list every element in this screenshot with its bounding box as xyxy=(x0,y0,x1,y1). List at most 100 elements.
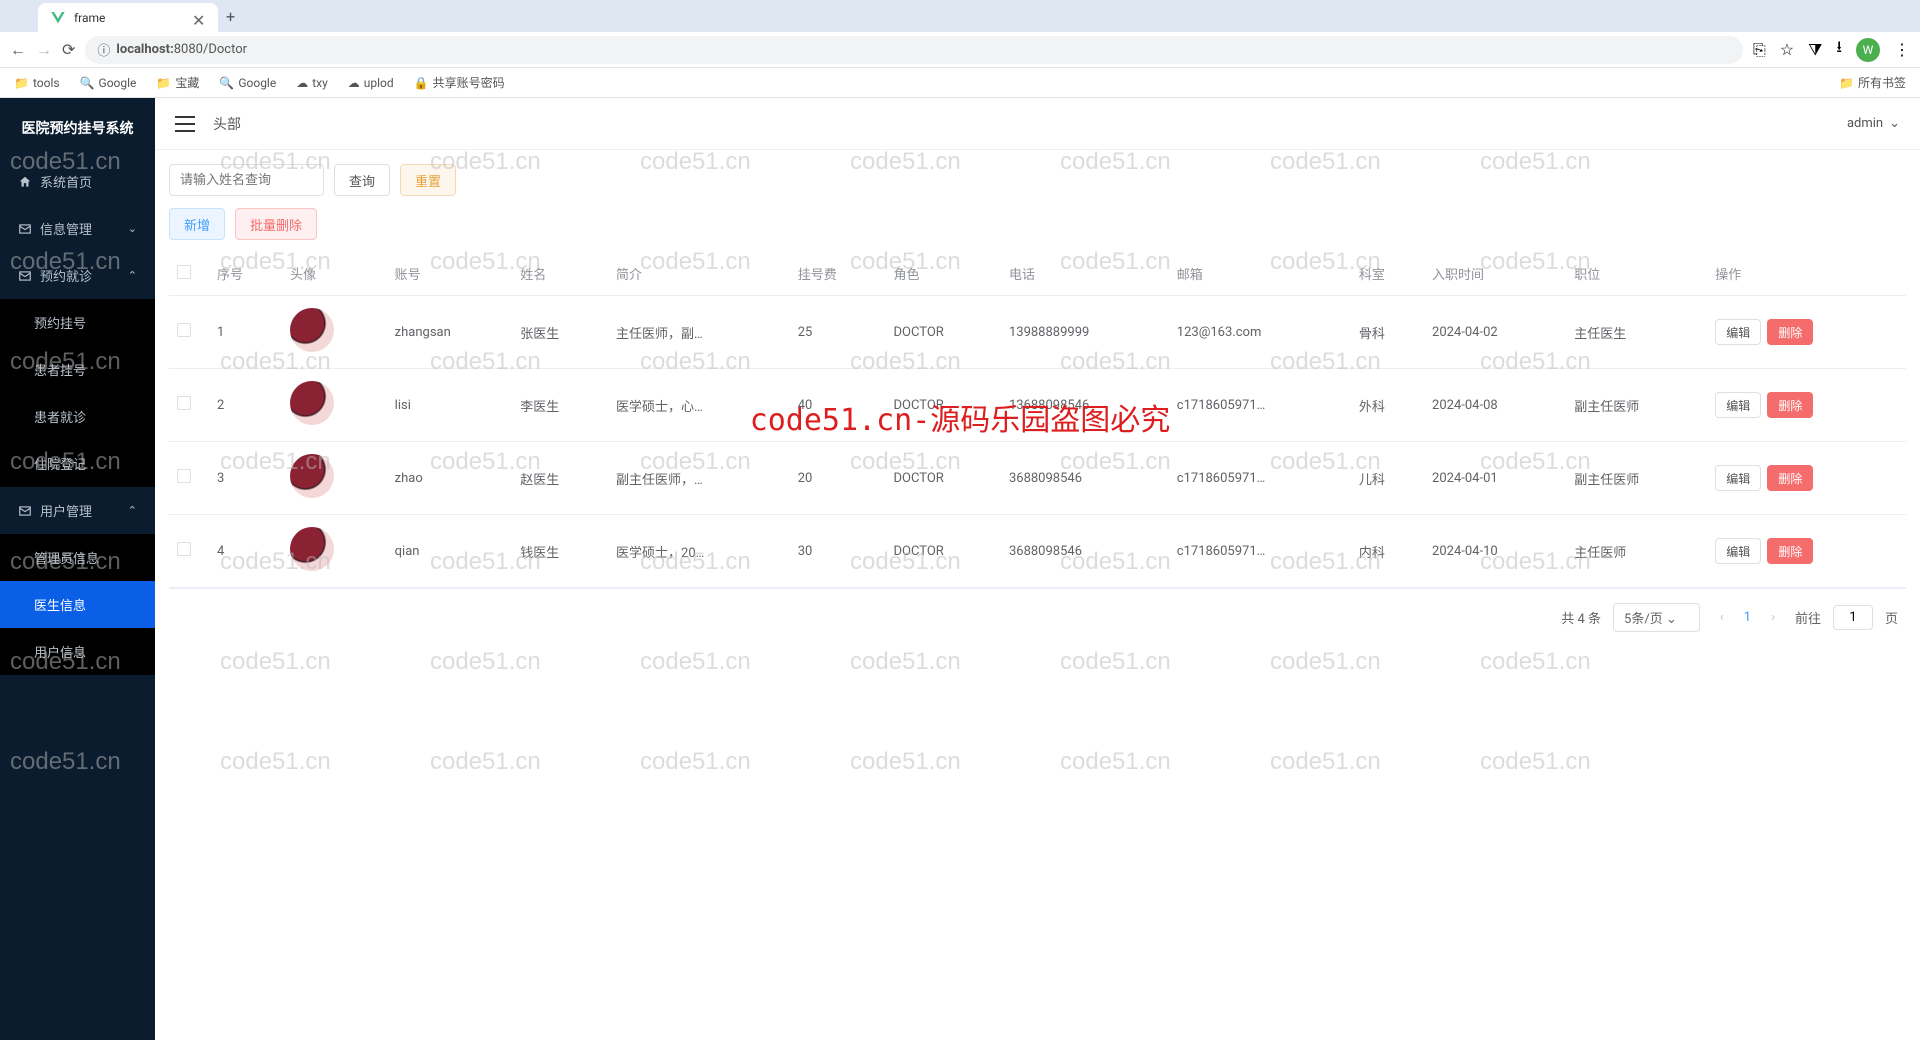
cell-account: qian xyxy=(387,515,513,588)
cell-name: 张医生 xyxy=(512,296,608,369)
search-input[interactable] xyxy=(169,164,324,196)
new-tab-button[interactable]: + xyxy=(226,7,235,26)
sidebar-item-label: 预约挂号 xyxy=(34,313,86,332)
cell-hired: 2024-04-10 xyxy=(1424,515,1566,588)
menu-icon[interactable]: ⋮ xyxy=(1894,40,1910,59)
back-icon[interactable]: ← xyxy=(10,40,26,60)
doctor-table: 序号 头像 账号 姓名 简介 挂号费 角色 电话 邮箱 科室 入职时间 职位 操… xyxy=(169,252,1906,588)
bookmarks-bar: 📁 tools 🔍 Google 📁 宝藏 🔍 Google ☁ txy ☁ u… xyxy=(0,68,1920,98)
cell-name: 钱医生 xyxy=(512,515,608,588)
query-button[interactable]: 查询 xyxy=(334,164,390,196)
bookmark-item[interactable]: ☁ txy xyxy=(296,76,328,90)
avatar-icon xyxy=(290,381,334,425)
sidebar: 医院预约挂号系统 系统首页 信息管理 ⌄ 预约就诊 ⌃ 预约挂号 患者挂号 患者… xyxy=(0,98,155,1040)
bookmark-item[interactable]: 🔒 共享账号密码 xyxy=(414,74,505,91)
edit-button[interactable]: 编辑 xyxy=(1715,319,1761,345)
prev-page-button[interactable]: ‹ xyxy=(1712,606,1732,629)
sidebar-item-admin-info[interactable]: 管理员信息 xyxy=(0,534,155,581)
sidebar-item-patient-reg[interactable]: 患者挂号 xyxy=(0,346,155,393)
sidebar-item-inpatient[interactable]: 住院登记 xyxy=(0,440,155,487)
current-page[interactable]: 1 xyxy=(1744,610,1751,625)
sidebar-item-label: 住院登记 xyxy=(34,454,86,473)
cell-intro: 主任医师，副… xyxy=(608,296,790,369)
page-size-select[interactable]: 5条/页 ⌄ xyxy=(1613,603,1700,632)
row-checkbox[interactable] xyxy=(177,542,191,556)
close-icon[interactable]: ✕ xyxy=(192,11,206,25)
sidebar-item-register[interactable]: 预约挂号 xyxy=(0,299,155,346)
bookmark-item[interactable]: 🔍 Google xyxy=(80,76,137,90)
goto-suffix: 页 xyxy=(1885,608,1898,627)
app-title: 医院预约挂号系统 xyxy=(0,98,155,158)
table-row: 1 zhangsan 张医生 主任医师，副… 25 DOCTOR 1398888… xyxy=(169,296,1906,369)
table-row: 2 lisi 李医生 医学硕士，心… 40 DOCTOR 13688098546… xyxy=(169,369,1906,442)
star-icon[interactable]: ☆ xyxy=(1780,40,1794,59)
install-icon[interactable]: ⎘ xyxy=(1753,40,1766,60)
select-all-checkbox[interactable] xyxy=(177,265,191,279)
download-icon[interactable]: ⭳ xyxy=(1836,36,1842,63)
row-checkbox[interactable] xyxy=(177,469,191,483)
browser-tab[interactable]: frame ✕ xyxy=(38,3,218,33)
cell-dept: 内科 xyxy=(1351,515,1424,588)
reset-button[interactable]: 重置 xyxy=(400,164,456,196)
cell-seq: 4 xyxy=(209,515,282,588)
delete-button[interactable]: 删除 xyxy=(1767,465,1813,491)
sidebar-item-user-mgmt[interactable]: 用户管理 ⌃ xyxy=(0,487,155,534)
sidebar-item-home[interactable]: 系统首页 xyxy=(0,158,155,205)
cell-fee: 40 xyxy=(790,369,886,442)
cell-pos: 主任医师 xyxy=(1566,515,1707,588)
edit-button[interactable]: 编辑 xyxy=(1715,465,1761,491)
cell-role: DOCTOR xyxy=(886,515,1001,588)
cell-pos: 主任医生 xyxy=(1566,296,1707,369)
col-account: 账号 xyxy=(387,252,513,296)
user-dropdown[interactable]: admin ⌄ xyxy=(1847,116,1900,131)
cell-intro: 副主任医师，… xyxy=(608,442,790,515)
profile-avatar[interactable]: W xyxy=(1856,38,1880,62)
sidebar-item-patient-visit[interactable]: 患者就诊 xyxy=(0,393,155,440)
mail-icon xyxy=(18,504,32,518)
all-bookmarks[interactable]: 📁 所有书签 xyxy=(1839,74,1906,91)
edit-button[interactable]: 编辑 xyxy=(1715,538,1761,564)
sidebar-item-user-info[interactable]: 用户信息 xyxy=(0,628,155,675)
sidebar-item-info[interactable]: 信息管理 ⌄ xyxy=(0,205,155,252)
sidebar-item-label: 患者就诊 xyxy=(34,407,86,426)
mail-icon xyxy=(18,222,32,236)
col-role: 角色 xyxy=(886,252,1001,296)
bookmark-item[interactable]: 🔍 Google xyxy=(219,76,276,90)
cell-dept: 外科 xyxy=(1351,369,1424,442)
col-fee: 挂号费 xyxy=(790,252,886,296)
tab-title: frame xyxy=(74,11,184,25)
cell-seq: 1 xyxy=(209,296,282,369)
bookmark-item[interactable]: ☁ uplod xyxy=(348,76,394,90)
bookmark-item[interactable]: 📁 宝藏 xyxy=(156,74,199,91)
cell-fee: 25 xyxy=(790,296,886,369)
menu-toggle-icon[interactable] xyxy=(175,116,195,132)
edit-button[interactable]: 编辑 xyxy=(1715,392,1761,418)
cell-seq: 3 xyxy=(209,442,282,515)
cell-intro: 医学硕士，心… xyxy=(608,369,790,442)
forward-icon[interactable]: → xyxy=(36,40,52,60)
delete-button[interactable]: 删除 xyxy=(1767,319,1813,345)
row-checkbox[interactable] xyxy=(177,323,191,337)
url-input[interactable]: ⓘ localhost:8080/Doctor xyxy=(85,36,1743,64)
sidebar-item-label: 患者挂号 xyxy=(34,360,86,379)
sidebar-item-appointment[interactable]: 预约就诊 ⌃ xyxy=(0,252,155,299)
bookmark-item[interactable]: 📁 tools xyxy=(14,76,60,90)
cell-phone: 3688098546 xyxy=(1001,442,1169,515)
add-button[interactable]: 新增 xyxy=(169,208,225,240)
next-page-button[interactable]: › xyxy=(1763,606,1783,629)
goto-input[interactable] xyxy=(1833,605,1873,630)
cell-pos: 副主任医师 xyxy=(1566,442,1707,515)
extension-icon[interactable]: ⧩ xyxy=(1808,40,1822,60)
delete-button[interactable]: 删除 xyxy=(1767,392,1813,418)
pager-total: 共 4 条 xyxy=(1561,608,1601,627)
page-title: 头部 xyxy=(213,114,241,134)
reload-icon[interactable]: ⟳ xyxy=(62,40,75,59)
delete-button[interactable]: 删除 xyxy=(1767,538,1813,564)
app-header: 头部 admin ⌄ xyxy=(155,98,1920,150)
col-hired: 入职时间 xyxy=(1424,252,1566,296)
sidebar-item-label: 系统首页 xyxy=(40,172,92,191)
sidebar-item-label: 管理员信息 xyxy=(34,548,99,567)
sidebar-item-doctor-info[interactable]: 医生信息 xyxy=(0,581,155,628)
batch-delete-button[interactable]: 批量删除 xyxy=(235,208,317,240)
row-checkbox[interactable] xyxy=(177,396,191,410)
